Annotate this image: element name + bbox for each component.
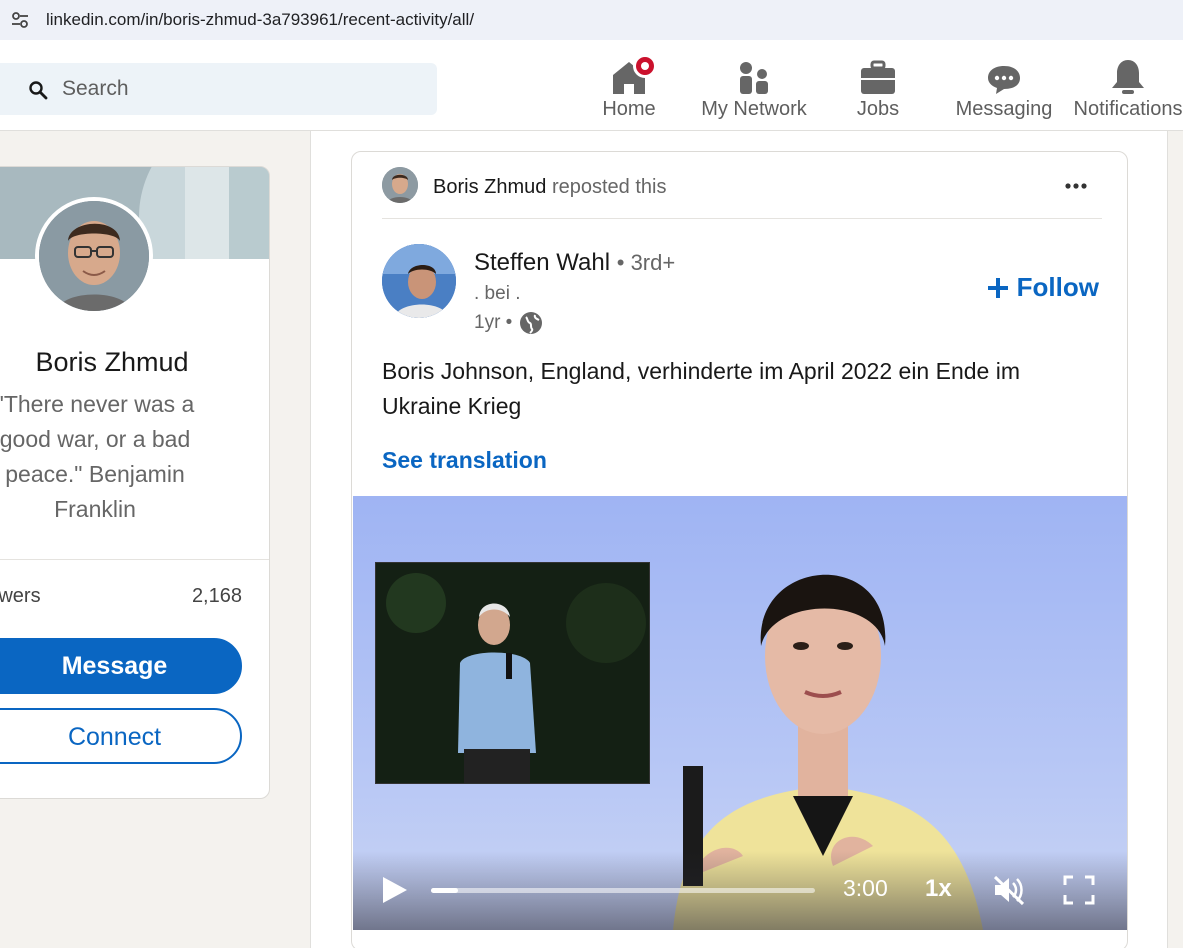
plus-icon (987, 277, 1008, 298)
reposter-avatar[interactable] (382, 167, 418, 203)
profile-avatar[interactable] (35, 197, 153, 315)
play-icon[interactable] (381, 875, 409, 905)
see-translation-link[interactable]: See translation (382, 447, 547, 474)
follow-label: Follow (1016, 272, 1099, 302)
fullscreen-icon[interactable] (1063, 875, 1095, 905)
site-settings-icon[interactable] (10, 10, 30, 30)
video-progress-bar[interactable] (431, 888, 815, 893)
people-icon (732, 54, 776, 98)
post-meta: 1yr • (474, 310, 544, 336)
nav-home-label: Home (602, 98, 656, 120)
video-controls: 3:00 1x (353, 851, 1127, 930)
nav-my-network-label: My Network (701, 98, 807, 120)
author-name-line: Steffen Wahl • 3rd+ (474, 249, 675, 277)
search-icon (29, 81, 48, 100)
notification-badge (633, 54, 657, 78)
follow-button[interactable]: Follow (987, 272, 1099, 303)
chat-icon (982, 54, 1026, 98)
search-box[interactable] (0, 63, 437, 115)
nav-messaging[interactable]: Messaging (952, 54, 1056, 121)
nav-notifications[interactable]: Notifications (1068, 54, 1183, 121)
nav-messaging-label: Messaging (955, 98, 1053, 120)
repost-line: Boris Zhmud reposted this (433, 176, 666, 199)
post-time: 1yr • (474, 312, 513, 333)
browser-url-bar: linkedin.com/in/boris-zhmud-3a793961/rec… (0, 0, 1183, 48)
nav-notifications-label: Notifications (1073, 98, 1183, 120)
followers-label: Followers (0, 585, 41, 607)
followers-count: 2,168 (191, 585, 242, 607)
profile-headline: "There never was a good war, or a bad pe… (0, 391, 195, 522)
author-name[interactable]: Steffen Wahl (474, 249, 610, 276)
mute-icon[interactable] (991, 873, 1027, 907)
playback-speed-button[interactable]: 1x (925, 875, 952, 903)
address-field[interactable]: linkedin.com/in/boris-zhmud-3a793961/rec… (0, 0, 1183, 40)
nav-jobs[interactable]: Jobs (852, 54, 904, 121)
profile-card: Boris Zhmud "There never was a good war,… (0, 166, 270, 799)
search-input[interactable] (62, 75, 422, 103)
author-avatar[interactable] (382, 244, 456, 318)
connection-degree: • 3rd+ (616, 250, 676, 275)
nav-jobs-label: Jobs (856, 98, 900, 120)
bell-icon (1106, 54, 1150, 98)
feed-post: Boris Zhmud reposted this Steffen Wahl •… (351, 151, 1128, 948)
card-divider (0, 559, 269, 560)
profile-name: Boris Zhmud (35, 347, 189, 377)
video-duration: 3:00 (843, 875, 888, 901)
top-nav: Home My Network Jobs (0, 48, 1183, 131)
post-body: Boris Johnson, England, verhinderte im A… (382, 358, 1020, 419)
video-player[interactable]: 3:00 1x (353, 496, 1127, 930)
video-inset-image (375, 562, 650, 784)
nav-home[interactable]: Home (598, 54, 660, 121)
globe-icon (520, 312, 543, 334)
connect-button[interactable]: Connect (0, 708, 242, 764)
video-progress-fill (431, 888, 458, 893)
reposter-name[interactable]: Boris Zhmud (433, 176, 546, 198)
nav-my-network[interactable]: My Network (695, 54, 813, 121)
home-icon (607, 54, 657, 98)
message-button[interactable]: Message (0, 638, 242, 694)
repost-header: Boris Zhmud reposted this (382, 167, 1102, 219)
author-headline: . bei . (474, 283, 521, 304)
more-options-icon[interactable] (1058, 171, 1094, 201)
briefcase-icon (856, 54, 900, 98)
url-text[interactable]: linkedin.com/in/boris-zhmud-3a793961/rec… (46, 10, 474, 30)
repost-suffix: reposted this (551, 176, 667, 198)
